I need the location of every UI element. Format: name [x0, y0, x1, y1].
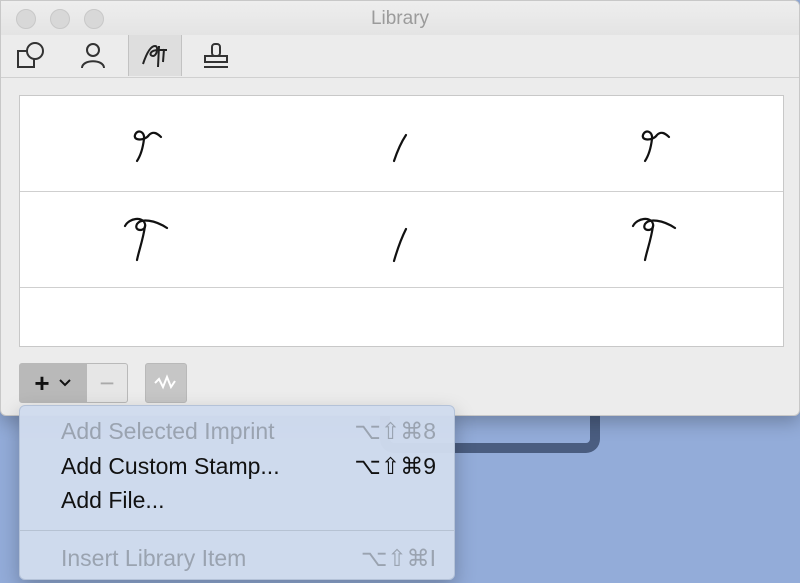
library-row-empty — [20, 288, 783, 346]
library-list — [19, 95, 784, 347]
plus-icon: + — [34, 368, 50, 398]
minus-icon: − — [99, 368, 115, 398]
library-item[interactable] — [274, 96, 528, 191]
signature-small-image — [641, 129, 671, 162]
library-row — [20, 192, 783, 288]
shortcut-label: ⌥⇧⌘I — [360, 545, 436, 571]
menu-item-add-selected-imprint[interactable]: Add Selected Imprint ⌥⇧⌘8 — [20, 414, 454, 448]
window-title: Library — [370, 8, 430, 29]
library-item[interactable] — [528, 192, 782, 287]
remove-button[interactable]: − — [86, 363, 128, 403]
shapes-icon — [17, 41, 44, 68]
menu-item-add-file[interactable]: Add File... — [20, 483, 454, 517]
signature-small-image — [133, 129, 163, 162]
menu-separator — [20, 530, 454, 531]
tab-people[interactable] — [67, 35, 119, 76]
stamp-icon — [204, 42, 228, 68]
tab-stamps[interactable] — [190, 35, 242, 76]
shortcut-label: ⌥⇧⌘8 — [354, 418, 436, 444]
person-icon — [81, 42, 105, 68]
signature-stroke-image — [392, 133, 408, 162]
library-row — [20, 96, 783, 192]
library-window: Library + − — [0, 0, 800, 416]
library-item[interactable] — [20, 96, 274, 191]
signature-stroke-image — [392, 227, 408, 262]
add-dropdown-menu: Add Selected Imprint ⌥⇧⌘8 Add Custom Sta… — [19, 405, 455, 580]
menu-item-add-custom-stamp[interactable]: Add Custom Stamp... ⌥⇧⌘9 — [20, 449, 454, 483]
shortcut-label: ⌥⇧⌘9 — [354, 453, 436, 479]
library-item[interactable] — [20, 192, 274, 287]
library-item[interactable] — [274, 192, 528, 287]
signature-icon — [142, 44, 167, 67]
add-menu-button[interactable]: + — [19, 363, 87, 403]
signature-large-image — [123, 217, 169, 261]
flatten-button[interactable] — [145, 363, 187, 403]
chevron-down-icon — [58, 379, 71, 387]
signature-large-image — [631, 217, 677, 261]
waveform-icon — [154, 374, 176, 390]
library-item[interactable] — [528, 96, 782, 191]
library-toolbar — [1, 35, 799, 78]
tab-signatures[interactable] — [128, 35, 182, 76]
menu-item-insert-library-item[interactable]: Insert Library Item ⌥⇧⌘I — [20, 541, 454, 575]
tab-shapes[interactable] — [5, 35, 57, 76]
title-bar[interactable]: Library — [1, 1, 799, 35]
